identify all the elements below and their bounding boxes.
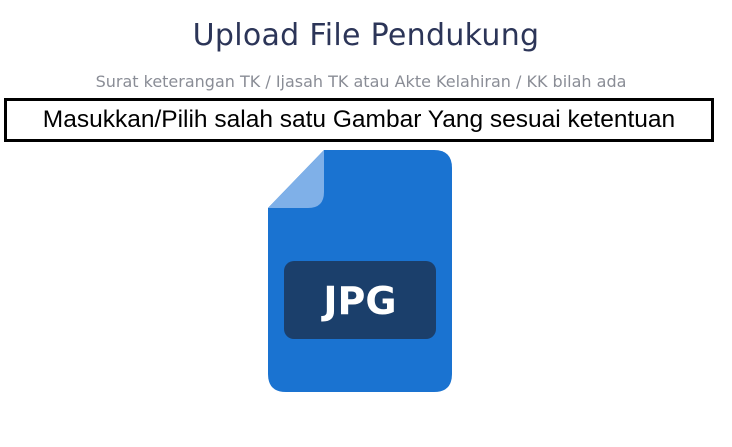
file-type-badge: JPG: [320, 279, 396, 323]
file-fold-shape: [268, 150, 324, 208]
file-upload-input[interactable]: Masukkan/Pilih salah satu Gambar Yang se…: [4, 98, 714, 142]
file-upload-label: Masukkan/Pilih salah satu Gambar Yang se…: [42, 106, 676, 133]
page-title: Upload File Pendukung: [192, 18, 540, 53]
jpg-file-icon[interactable]: JPG: [268, 150, 452, 392]
page-subtitle: Surat keterangan TK / Ijasah TK atau Akt…: [95, 72, 627, 91]
